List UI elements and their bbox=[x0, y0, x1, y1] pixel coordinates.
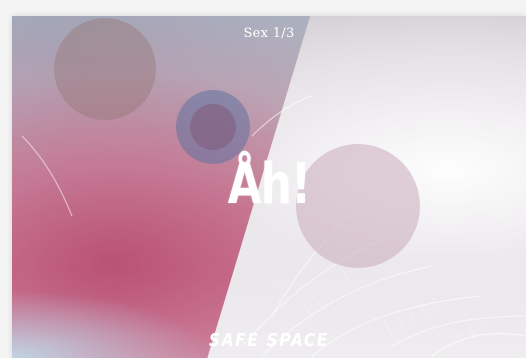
brand-logo-text: SAFE SPACE bbox=[209, 330, 329, 351]
page-background: Sex 1/3 Åh! SAFE SPACE bbox=[0, 0, 526, 358]
headline: Åh! bbox=[227, 152, 311, 217]
slide-counter: Sex 1/3 bbox=[243, 26, 295, 41]
decorative-circle-inner bbox=[190, 104, 236, 150]
story-card[interactable]: Sex 1/3 Åh! SAFE SPACE bbox=[12, 16, 526, 358]
